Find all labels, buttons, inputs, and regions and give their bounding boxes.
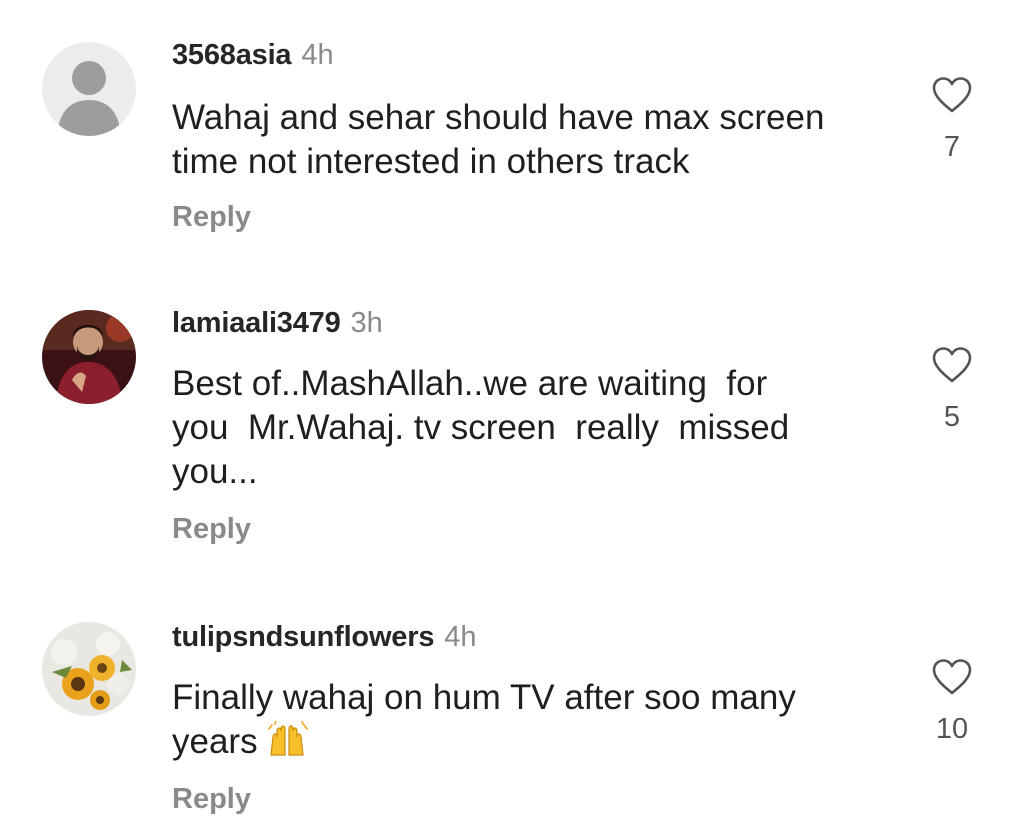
comment-meta: tulipsndsunflowers 4h [172,620,477,654]
comment-text-content: Finally wahaj on hum TV after soo many y… [172,678,796,761]
raising-hands-emoji-icon [267,720,309,768]
reply-button[interactable]: Reply [172,782,251,816]
like-count: 10 [935,713,969,745]
comment-text: Finally wahaj on hum TV after soo many y… [172,676,892,768]
comment-item: tulipsndsunflowers 4h Finally wahaj on hu… [0,0,1024,840]
comment-username[interactable]: tulipsndsunflowers [172,621,434,653]
like-control: 10 [920,658,984,746]
heart-icon[interactable] [931,658,973,696]
comment-time: 4h [444,621,477,653]
photo-sunflowers-avatar-icon [42,622,136,716]
avatar[interactable] [42,622,136,716]
